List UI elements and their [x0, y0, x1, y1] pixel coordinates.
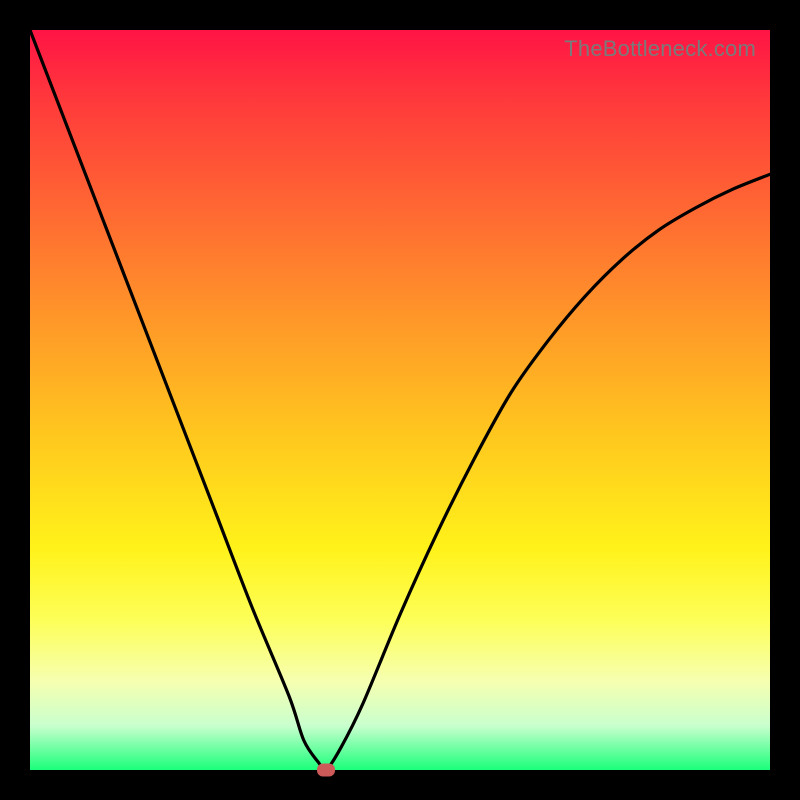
bottleneck-curve	[30, 30, 770, 770]
chart-outer-frame: TheBottleneck.com	[0, 0, 800, 800]
curve-path	[30, 30, 770, 770]
optimal-point-marker	[317, 764, 335, 777]
plot-area: TheBottleneck.com	[30, 30, 770, 770]
